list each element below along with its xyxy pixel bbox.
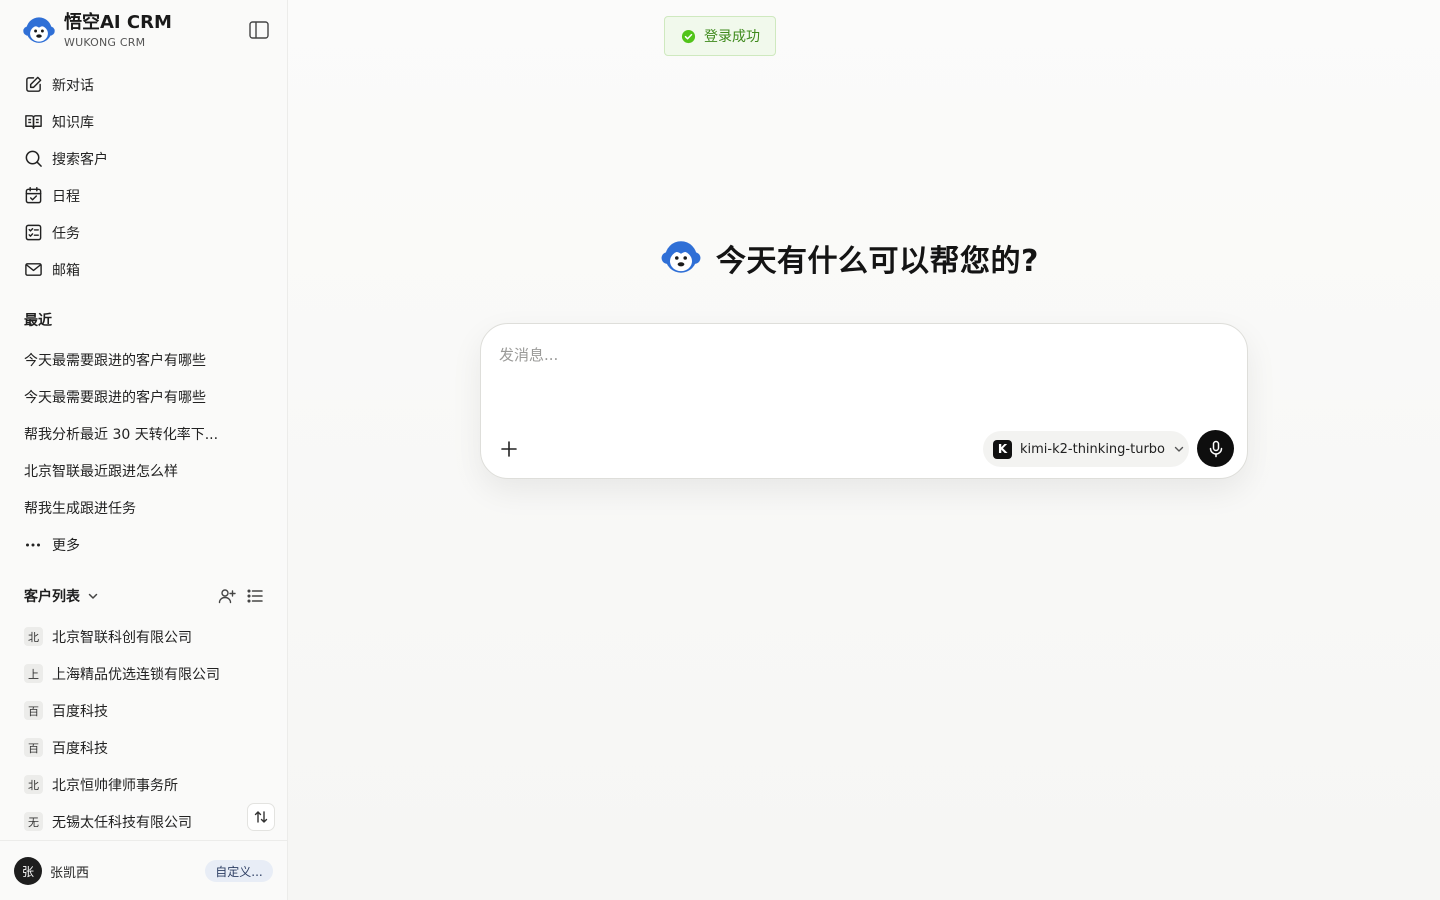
check-circle-icon — [681, 29, 696, 43]
customer-name: 上海精品优选连锁有限公司 — [52, 666, 220, 683]
message-composer: K kimi-k2-thinking-turbo — [480, 323, 1248, 479]
nav-label: 搜索客户 — [52, 151, 108, 168]
edit-icon — [26, 76, 42, 92]
task-list-icon — [25, 224, 42, 241]
recent-item[interactable]: 北京智联最近跟进怎么样 — [14, 452, 274, 489]
nav-knowledge-base[interactable]: 知识库 — [14, 103, 274, 140]
chevron-down-icon — [88, 593, 98, 599]
microphone-icon — [1209, 440, 1222, 457]
toast-text: 登录成功 — [704, 29, 760, 45]
customer-item[interactable]: 上 上海精品优选连锁有限公司 — [14, 655, 274, 692]
brand-subtitle: WUKONG CRM — [64, 36, 146, 49]
user-bar: 张 张凯西 自定义... — [0, 840, 287, 900]
mail-icon — [25, 263, 42, 276]
customer-initial-badge: 北 — [24, 775, 43, 794]
sidebar-toggle-icon[interactable] — [248, 20, 270, 40]
sidebar: 悟空AI CRM WUKONG CRM 新对话 知识库 搜索客户 日程 任务 邮… — [0, 0, 288, 900]
chevron-down-icon — [1174, 446, 1184, 452]
avatar[interactable]: 张 — [14, 857, 42, 885]
search-icon — [25, 150, 42, 167]
recent-more-button[interactable]: 更多 — [14, 526, 274, 563]
sort-button[interactable] — [247, 803, 275, 831]
recent-more-label: 更多 — [52, 537, 80, 554]
calendar-icon — [25, 186, 42, 204]
user-custom-tag[interactable]: 自定义... — [205, 860, 273, 882]
customer-name: 无锡太任科技有限公司 — [52, 814, 192, 831]
voice-input-button[interactable] — [1197, 430, 1234, 467]
customer-item[interactable]: 百 百度科技 — [14, 729, 274, 766]
hero-title: 今天有什么可以帮您的? — [716, 244, 1039, 279]
nav-label: 邮箱 — [52, 262, 80, 279]
customer-initial-badge: 百 — [24, 701, 43, 720]
customer-initial-badge: 百 — [24, 738, 43, 757]
recent-item[interactable]: 今天最需要跟进的客户有哪些 — [14, 341, 274, 378]
customer-name: 北京恒帅律师事务所 — [52, 777, 178, 794]
customer-list-title: 客户列表 — [24, 589, 80, 605]
kimi-model-icon: K — [993, 439, 1012, 459]
model-name: kimi-k2-thinking-turbo — [1020, 441, 1165, 457]
recent-item[interactable]: 今天最需要跟进的客户有哪些 — [14, 378, 274, 415]
customer-name: 百度科技 — [52, 740, 108, 757]
customer-list: 北 北京智联科创有限公司 上 上海精品优选连锁有限公司 百 百度科技 百 百度科… — [14, 618, 274, 840]
customer-item[interactable]: 北 北京恒帅律师事务所 — [14, 766, 274, 803]
nav-label: 知识库 — [52, 114, 94, 131]
message-input[interactable] — [499, 344, 1219, 404]
login-success-toast: 登录成功 — [664, 16, 776, 56]
brand[interactable]: 悟空AI CRM WUKONG CRM — [22, 12, 172, 50]
customer-initial-badge: 无 — [24, 812, 43, 831]
customer-item[interactable]: 北 北京智联科创有限公司 — [14, 618, 274, 655]
customer-initial-badge: 上 — [24, 664, 43, 683]
nav-label: 任务 — [52, 225, 80, 242]
brand-title: 悟空AI CRM — [64, 12, 172, 33]
nav-mailbox[interactable]: 邮箱 — [14, 251, 274, 288]
monkey-logo-icon — [23, 17, 55, 43]
nav-label: 日程 — [52, 188, 80, 205]
user-name: 张凯西 — [50, 866, 90, 881]
customer-name: 百度科技 — [52, 703, 108, 720]
more-dots-icon — [26, 543, 40, 546]
customer-name: 北京智联科创有限公司 — [52, 629, 192, 646]
customer-item[interactable]: 无 无锡太任科技有限公司 — [14, 803, 274, 840]
recent-section-title: 最近 — [24, 313, 52, 329]
list-view-icon[interactable] — [246, 587, 264, 605]
model-selector[interactable]: K kimi-k2-thinking-turbo — [983, 431, 1189, 467]
nav-label: 新对话 — [52, 77, 94, 94]
recent-item[interactable]: 帮我生成跟进任务 — [14, 489, 274, 526]
nav-search-customers[interactable]: 搜索客户 — [14, 140, 274, 177]
recent-item[interactable]: 帮我分析最近 30 天转化率下... — [14, 415, 274, 452]
customer-initial-badge: 北 — [24, 627, 43, 646]
main-area: 登录成功 今天有什么可以帮您的? K kimi-k2-thinking-turb… — [288, 0, 1440, 900]
sort-arrows-icon — [254, 811, 268, 823]
add-customer-icon[interactable] — [218, 587, 236, 605]
customer-list-toggle[interactable]: 客户列表 — [24, 586, 100, 606]
main-nav: 新对话 知识库 搜索客户 日程 任务 邮箱 — [14, 66, 274, 288]
customer-list-header: 客户列表 — [24, 584, 264, 608]
nav-tasks[interactable]: 任务 — [14, 214, 274, 251]
nav-new-chat[interactable]: 新对话 — [14, 66, 274, 103]
add-attachment-icon[interactable] — [497, 437, 521, 461]
monkey-logo-icon — [661, 241, 701, 273]
book-icon — [25, 115, 42, 129]
customer-item[interactable]: 百 百度科技 — [14, 692, 274, 729]
recent-list: 今天最需要跟进的客户有哪些 今天最需要跟进的客户有哪些 帮我分析最近 30 天转… — [14, 341, 274, 563]
hero: 今天有什么可以帮您的? — [660, 236, 1039, 280]
nav-schedule[interactable]: 日程 — [14, 177, 274, 214]
